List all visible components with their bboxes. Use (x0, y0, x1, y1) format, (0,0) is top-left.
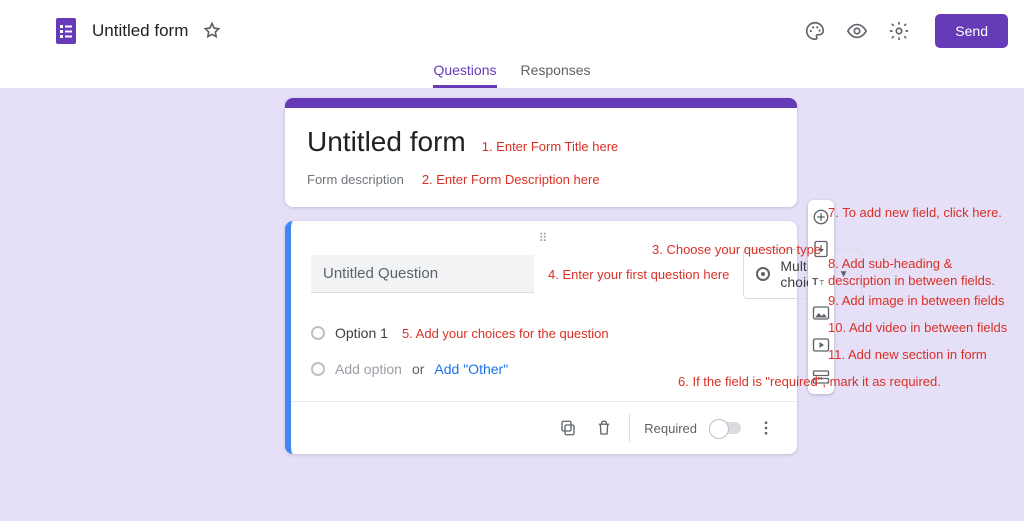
required-label: Required (644, 421, 697, 436)
radio-icon (756, 267, 770, 281)
svg-text:T: T (820, 278, 825, 287)
option-1-input[interactable]: Option 1 (335, 325, 388, 341)
question-text-input[interactable] (311, 255, 534, 293)
svg-text:T: T (812, 276, 819, 288)
annotation-11: 11. Add new section in form (828, 347, 987, 362)
copy-icon (559, 419, 577, 437)
required-toggle[interactable] (711, 422, 741, 434)
forms-app-icon (56, 17, 78, 45)
tabs: Questions Responses (0, 62, 1024, 88)
add-other-button[interactable]: Add "Other" (434, 361, 508, 377)
add-option-button[interactable]: Add option (335, 361, 402, 377)
canvas: Untitled form 1. Enter Form Title here F… (0, 88, 1024, 521)
trash-icon (595, 419, 613, 437)
duplicate-button[interactable] (557, 417, 579, 439)
annotation-2: 2. Enter Form Description here (422, 172, 600, 187)
annotation-8: 8. Add sub-heading & description in betw… (828, 256, 1013, 290)
form-header-card: Untitled form 1. Enter Form Title here F… (285, 98, 797, 207)
add-or-text: or (412, 361, 424, 377)
top-actions: Send (803, 14, 1008, 48)
settings-button[interactable] (887, 19, 911, 43)
eye-icon (846, 20, 868, 42)
doc-title[interactable]: Untitled form (92, 21, 188, 41)
divider (291, 401, 797, 402)
theme-button[interactable] (803, 19, 827, 43)
palette-icon (804, 20, 826, 42)
more-vert-icon (757, 419, 775, 437)
send-button[interactable]: Send (935, 14, 1008, 48)
tab-responses[interactable]: Responses (521, 62, 591, 88)
more-options-button[interactable] (755, 417, 777, 439)
annotation-5: 5. Add your choices for the question (402, 326, 609, 341)
annotation-4: 4. Enter your first question here (548, 267, 729, 282)
annotation-6: 6. If the field is "required", mark it a… (678, 374, 941, 389)
separator (629, 414, 630, 442)
radio-outline-icon (311, 326, 325, 340)
annotation-7: 7. To add new field, click here. (828, 205, 1002, 220)
delete-button[interactable] (593, 417, 615, 439)
radio-outline-icon (311, 362, 325, 376)
preview-button[interactable] (845, 19, 869, 43)
tab-questions[interactable]: Questions (433, 62, 496, 88)
star-icon (202, 21, 222, 41)
star-button[interactable] (200, 19, 224, 43)
annotation-1: 1. Enter Form Title here (482, 139, 619, 154)
top-bar: Untitled form Send (0, 0, 1024, 62)
annotation-10: 10. Add video in between fields (828, 320, 1007, 335)
annotation-3: 3. Choose your question type (652, 242, 821, 257)
form-title-input[interactable]: Untitled form (307, 126, 466, 158)
annotation-9: 9. Add image in between fields (828, 293, 1004, 308)
form-description-input[interactable]: Form description (307, 172, 404, 187)
gear-icon (888, 20, 910, 42)
option-row-1: Option 1 5. Add your choices for the que… (311, 325, 777, 341)
question-footer: Required (311, 414, 777, 442)
